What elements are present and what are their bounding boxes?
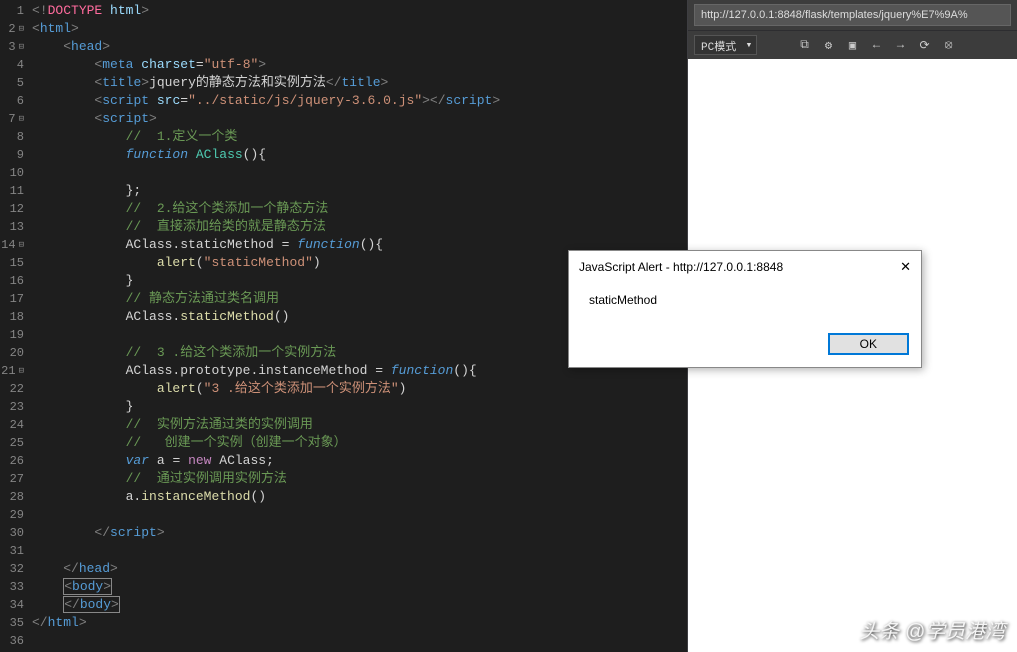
fold-toggle-icon[interactable]: ⊟: [19, 38, 24, 56]
fold-toggle-icon[interactable]: ⊟: [19, 110, 24, 128]
code-line[interactable]: </script>: [32, 524, 687, 542]
line-number: 29: [0, 506, 24, 524]
url-input[interactable]: [694, 4, 1011, 26]
device-mode-select[interactable]: PC模式: [694, 35, 757, 55]
line-number: 13: [0, 218, 24, 236]
alert-message: staticMethod: [569, 283, 921, 325]
code-line[interactable]: </head>: [32, 560, 687, 578]
line-number-gutter: 12⊟3⊟4567⊟891011121314⊟15161718192021⊟22…: [0, 0, 32, 652]
line-number: 16: [0, 272, 24, 290]
code-line[interactable]: <!DOCTYPE html>: [32, 2, 687, 20]
code-line[interactable]: <script src="../static/js/jquery-3.6.0.j…: [32, 92, 687, 110]
code-line[interactable]: <script>: [32, 110, 687, 128]
code-line[interactable]: // 1.定义一个类: [32, 128, 687, 146]
line-number: 12: [0, 200, 24, 218]
settings-icon[interactable]: ⚙: [821, 37, 837, 53]
line-number: 4: [0, 56, 24, 74]
code-line[interactable]: [32, 632, 687, 650]
code-line[interactable]: a.instanceMethod(): [32, 488, 687, 506]
line-number: 33: [0, 578, 24, 596]
line-number: 9: [0, 146, 24, 164]
code-line[interactable]: <head>: [32, 38, 687, 56]
line-number: 21⊟: [0, 362, 24, 380]
code-line[interactable]: <html>: [32, 20, 687, 38]
line-number: 14⊟: [0, 236, 24, 254]
alert-titlebar: JavaScript Alert - http://127.0.0.1:8848…: [569, 251, 921, 283]
line-number: 36: [0, 632, 24, 650]
fold-toggle-icon[interactable]: ⊟: [19, 362, 24, 380]
code-line[interactable]: function AClass(){: [32, 146, 687, 164]
close-icon[interactable]: ✕: [900, 259, 911, 275]
line-number: 23: [0, 398, 24, 416]
code-line[interactable]: }: [32, 398, 687, 416]
line-number: 8: [0, 128, 24, 146]
code-line[interactable]: var a = new AClass;: [32, 452, 687, 470]
line-number: 30: [0, 524, 24, 542]
line-number: 10: [0, 164, 24, 182]
fold-toggle-icon[interactable]: ⊟: [19, 236, 24, 254]
line-number: 22: [0, 380, 24, 398]
line-number: 1: [0, 2, 24, 20]
line-number: 27: [0, 470, 24, 488]
fold-toggle-icon[interactable]: ⊟: [19, 20, 24, 38]
code-line[interactable]: [32, 164, 687, 182]
line-number: 18: [0, 308, 24, 326]
line-number: 35: [0, 614, 24, 632]
code-line[interactable]: };: [32, 182, 687, 200]
line-number: 15: [0, 254, 24, 272]
line-number: 17: [0, 290, 24, 308]
ok-button[interactable]: OK: [828, 333, 909, 355]
code-line[interactable]: <body>: [32, 578, 687, 596]
javascript-alert-dialog: JavaScript Alert - http://127.0.0.1:8848…: [568, 250, 922, 368]
code-line[interactable]: // 直接添加给类的就是静态方法: [32, 218, 687, 236]
line-number: 3⊟: [0, 38, 24, 56]
line-number: 24: [0, 416, 24, 434]
code-line[interactable]: </html>: [32, 614, 687, 632]
code-line[interactable]: // 实例方法通过类的实例调用: [32, 416, 687, 434]
line-number: 11: [0, 182, 24, 200]
refresh-icon[interactable]: ⟳: [917, 37, 933, 53]
inspect-icon[interactable]: ▣: [845, 37, 861, 53]
line-number: 26: [0, 452, 24, 470]
code-line[interactable]: // 2.给这个类添加一个静态方法: [32, 200, 687, 218]
line-number: 32: [0, 560, 24, 578]
code-line[interactable]: <title>jquery的静态方法和实例方法</title>: [32, 74, 687, 92]
code-line[interactable]: [32, 506, 687, 524]
device-icon[interactable]: ⧉: [797, 37, 813, 53]
line-number: 31: [0, 542, 24, 560]
line-number: 7⊟: [0, 110, 24, 128]
code-line[interactable]: [32, 542, 687, 560]
line-number: 25: [0, 434, 24, 452]
code-line[interactable]: alert("3 .给这个类添加一个实例方法"): [32, 380, 687, 398]
line-number: 5: [0, 74, 24, 92]
line-number: 28: [0, 488, 24, 506]
alert-footer: OK: [569, 325, 921, 367]
forward-icon[interactable]: →: [893, 37, 909, 53]
back-icon[interactable]: ←: [869, 37, 885, 53]
code-line[interactable]: // 通过实例调用实例方法: [32, 470, 687, 488]
code-line[interactable]: </body>: [32, 596, 687, 614]
line-number: 19: [0, 326, 24, 344]
browser-controls-toolbar: PC模式 ⧉ ⚙ ▣ ← → ⟳ ⦻: [688, 30, 1017, 59]
line-number: 2⊟: [0, 20, 24, 38]
alert-title-text: JavaScript Alert - http://127.0.0.1:8848: [579, 260, 783, 274]
browser-url-toolbar: [688, 0, 1017, 30]
line-number: 34: [0, 596, 24, 614]
stop-icon[interactable]: ⦻: [941, 37, 957, 53]
line-number: 6: [0, 92, 24, 110]
code-line[interactable]: // 创建一个实例（创建一个对象）: [32, 434, 687, 452]
line-number: 20: [0, 344, 24, 362]
code-line[interactable]: <meta charset="utf-8">: [32, 56, 687, 74]
